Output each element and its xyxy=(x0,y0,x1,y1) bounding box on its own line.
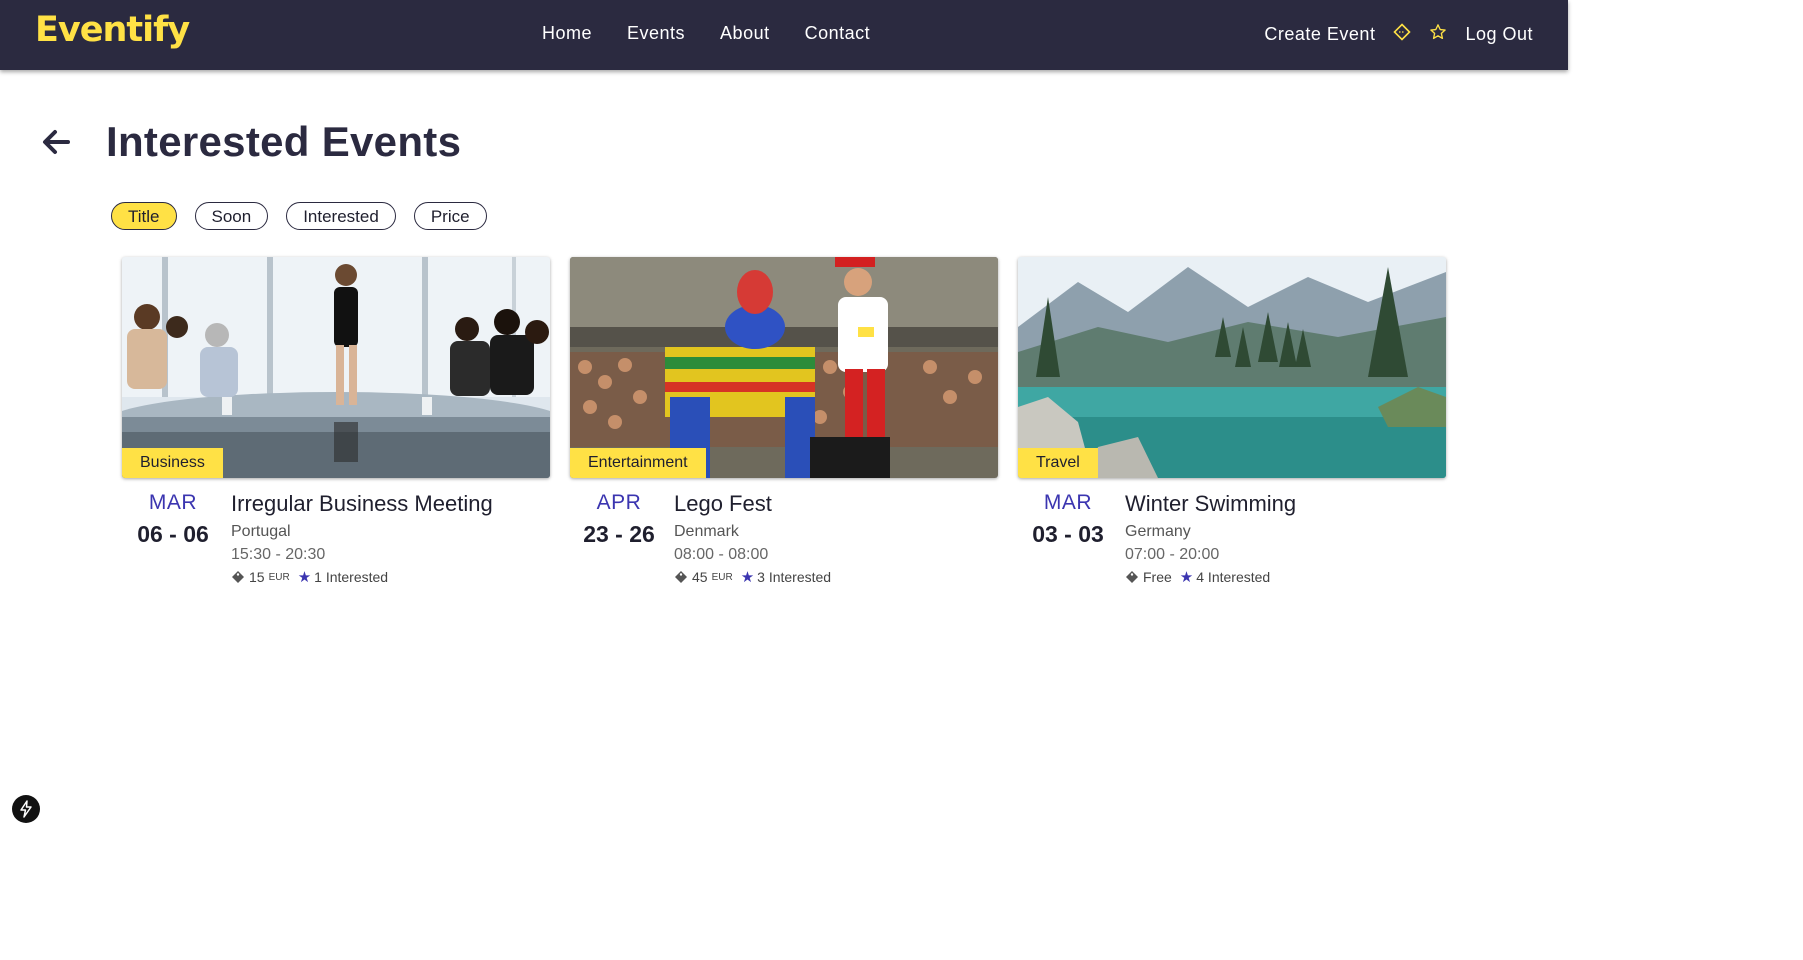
event-time: 07:00 - 20:00 xyxy=(1125,546,1220,563)
star-icon: ★ xyxy=(1179,569,1194,586)
event-info: Winter Swimming Germany 07:00 - 20:00 Fr… xyxy=(1125,491,1296,586)
event-date: MAR 03 - 03 xyxy=(1013,491,1123,548)
create-event-link[interactable]: Create Event xyxy=(1264,24,1375,45)
page-title: Interested Events xyxy=(106,118,462,165)
event-meta: 45 EUR ★ 3 Interested xyxy=(674,568,831,586)
brand-logo[interactable]: Eventify xyxy=(35,10,190,50)
event-image[interactable]: Travel xyxy=(1018,257,1446,478)
event-title[interactable]: Irregular Business Meeting xyxy=(231,491,493,517)
event-info: Lego Fest Denmark 08:00 - 08:00 45 EUR ★… xyxy=(674,491,831,586)
event-meta: Free ★ 4 Interested xyxy=(1125,568,1296,586)
nav-link-events[interactable]: Events xyxy=(627,23,685,44)
category-badge: Business xyxy=(122,448,223,478)
nav-link-home[interactable]: Home xyxy=(542,23,592,44)
lightning-icon[interactable] xyxy=(12,795,40,823)
event-currency: EUR xyxy=(268,571,290,583)
event-country: Portugal xyxy=(231,523,291,540)
nav-actions: Create Event Log Out xyxy=(1264,23,1533,46)
event-date: APR 23 - 26 xyxy=(564,491,674,548)
main-nav: Home Events About Contact xyxy=(542,23,905,44)
event-image[interactable]: Business xyxy=(122,257,550,478)
event-title[interactable]: Winter Swimming xyxy=(1125,491,1296,517)
ticket-icon[interactable] xyxy=(1393,23,1412,46)
event-time: 08:00 - 08:00 xyxy=(674,546,769,563)
event-interested-count: 3 Interested xyxy=(757,569,832,585)
event-card[interactable]: Travel MAR 03 - 03 Winter Swimming Germa… xyxy=(1018,257,1446,586)
event-card[interactable]: Entertainment APR 23 - 26 Lego Fest Denm… xyxy=(570,257,998,586)
event-days: 23 - 26 xyxy=(583,521,655,547)
nav-link-about[interactable]: About xyxy=(720,23,770,44)
price-tag-icon xyxy=(231,570,245,584)
event-month: APR xyxy=(596,491,642,514)
event-price: 45 xyxy=(692,569,708,585)
event-days: 03 - 03 xyxy=(1032,521,1104,547)
event-currency: EUR xyxy=(711,571,733,583)
filter-price[interactable]: Price xyxy=(413,202,487,230)
category-badge: Entertainment xyxy=(570,448,706,478)
nav-link-contact[interactable]: Contact xyxy=(805,23,871,44)
logout-link[interactable]: Log Out xyxy=(1465,24,1533,45)
event-meta: 15 EUR ★ 1 Interested xyxy=(231,568,493,586)
star-icon: ★ xyxy=(297,569,312,586)
sort-filters: Title Soon Interested Price xyxy=(111,202,505,230)
category-badge: Travel xyxy=(1018,448,1098,478)
event-info: Irregular Business Meeting Portugal 15:3… xyxy=(231,491,493,586)
filter-interested[interactable]: Interested xyxy=(286,202,396,230)
event-price: Free xyxy=(1143,569,1172,585)
arrow-left-icon[interactable] xyxy=(40,122,74,162)
event-interested-count: 1 Interested xyxy=(314,569,389,585)
event-title[interactable]: Lego Fest xyxy=(674,491,831,517)
star-outline-icon[interactable] xyxy=(1429,23,1447,46)
price-tag-icon xyxy=(1125,570,1139,584)
event-month: MAR xyxy=(148,491,198,514)
event-interested-count: 4 Interested xyxy=(1196,569,1271,585)
filter-soon[interactable]: Soon xyxy=(194,202,269,230)
event-country: Germany xyxy=(1125,523,1191,540)
event-date: MAR 06 - 06 xyxy=(118,491,228,548)
event-time: 15:30 - 20:30 xyxy=(231,546,326,563)
star-icon: ★ xyxy=(740,569,755,586)
event-image[interactable]: Entertainment xyxy=(570,257,998,478)
event-month: MAR xyxy=(1043,491,1093,514)
event-card[interactable]: Business MAR 06 - 06 Irregular Business … xyxy=(122,257,550,586)
event-country: Denmark xyxy=(674,523,739,540)
price-tag-icon xyxy=(674,570,688,584)
event-price: 15 xyxy=(249,569,265,585)
filter-title[interactable]: Title xyxy=(111,202,177,230)
event-days: 06 - 06 xyxy=(137,521,209,547)
top-navbar: Eventify Home Events About Contact Creat… xyxy=(0,0,1568,70)
